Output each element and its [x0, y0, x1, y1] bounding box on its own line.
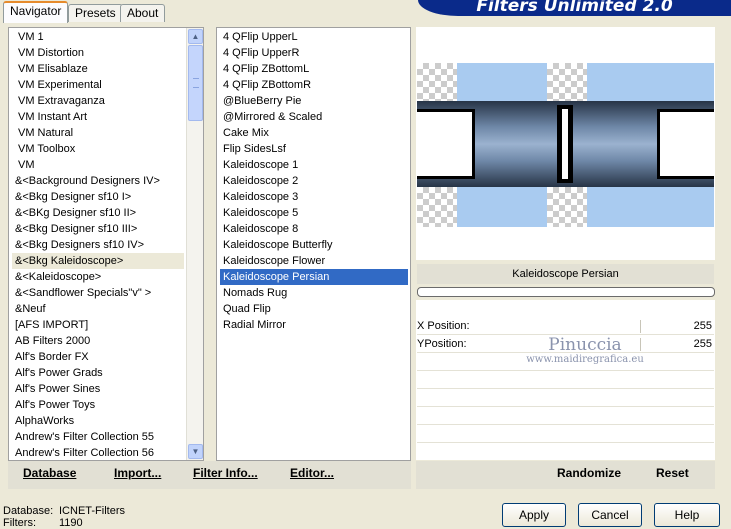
param-label: YPosition: — [417, 338, 467, 350]
filter-item[interactable]: Cake Mix — [220, 125, 408, 141]
category-item[interactable]: VM Experimental — [12, 77, 184, 93]
category-item[interactable]: VM — [12, 157, 184, 173]
category-item[interactable]: &<Bkg Designer sf10 III> — [12, 221, 184, 237]
category-item[interactable]: VM Extravaganza — [12, 93, 184, 109]
status-database-value: ICNET-Filters — [59, 505, 125, 517]
category-item[interactable]: Alf's Power Sines — [12, 381, 184, 397]
filter-item[interactable]: Kaleidoscope 1 — [220, 157, 408, 173]
status-filters-value: 1190 — [59, 517, 83, 529]
filter-item[interactable]: 4 QFlip UpperL — [220, 29, 408, 45]
category-item[interactable]: VM Distortion — [12, 45, 184, 61]
tab-navigator[interactable]: Navigator — [3, 1, 69, 23]
param-empty-row — [417, 408, 714, 425]
category-scrollbar[interactable]: ▲ ▼ — [186, 28, 203, 460]
watermark: Pinuccia www.maidiregrafica.eu — [510, 336, 660, 366]
import-button[interactable]: Import... — [114, 466, 161, 480]
category-item[interactable]: VM Instant Art — [12, 109, 184, 125]
category-item[interactable]: [AFS IMPORT] — [12, 317, 184, 333]
progress-bar — [417, 287, 715, 297]
preview-filter-name: Kaleidoscope Persian — [417, 264, 714, 284]
database-button[interactable]: Database — [23, 466, 76, 480]
category-item[interactable]: &<Bkg Designer sf10 I> — [12, 189, 184, 205]
category-list[interactable]: VM 1 VM Distortion VM Elisablaze VM Experim… — [8, 27, 204, 461]
filter-item[interactable]: Nomads Rug — [220, 285, 408, 301]
category-item[interactable]: AB Filters 2000 — [12, 333, 184, 349]
help-button[interactable]: Help — [654, 503, 720, 527]
param-x-position[interactable]: X Position: 255 — [417, 318, 714, 335]
cancel-button[interactable]: Cancel — [578, 503, 642, 527]
watermark-name: Pinuccia — [548, 335, 622, 355]
category-item[interactable]: Andrew's Filter Collection 55 — [12, 429, 184, 445]
app-banner: Filters Unlimited 2.0 — [418, 0, 731, 16]
preview-image — [417, 63, 714, 227]
filter-item[interactable]: Kaleidoscope 2 — [220, 173, 408, 189]
filter-info-button[interactable]: Filter Info... — [193, 466, 258, 480]
status-database: Database: ICNET-Filters — [3, 505, 125, 517]
tab-about[interactable]: About — [120, 4, 166, 22]
filter-item[interactable]: Radial Mirror — [220, 317, 408, 333]
category-item[interactable]: AlphaWorks — [12, 413, 184, 429]
category-item[interactable]: &<Sandflower Specials"v" > — [12, 285, 184, 301]
param-value[interactable]: 255 — [694, 336, 712, 353]
category-item[interactable]: &<Background Designers IV> — [12, 173, 184, 189]
filter-item[interactable]: @BlueBerry Pie — [220, 93, 408, 109]
param-label: X Position: — [417, 320, 470, 332]
category-item[interactable]: &<BKg Designer sf10 II> — [12, 205, 184, 221]
scroll-up-icon[interactable]: ▲ — [188, 29, 203, 44]
filter-item[interactable]: 4 QFlip ZBottomR — [220, 77, 408, 93]
category-item[interactable]: VM Elisablaze — [12, 61, 184, 77]
filter-item[interactable]: 4 QFlip ZBottomL — [220, 61, 408, 77]
scroll-thumb[interactable] — [188, 45, 203, 121]
status-filters: Filters: 1190 — [3, 517, 83, 529]
filter-list[interactable]: 4 QFlip UpperL 4 QFlip UpperR 4 QFlip ZBot… — [216, 27, 411, 461]
param-value[interactable]: 255 — [694, 318, 712, 335]
category-item[interactable]: Alf's Power Toys — [12, 397, 184, 413]
category-item[interactable]: &<Bkg Kaleidoscope> — [12, 253, 184, 269]
param-empty-row — [417, 390, 714, 407]
filter-item[interactable]: Kaleidoscope 8 — [220, 221, 408, 237]
apply-button[interactable]: Apply — [502, 503, 566, 527]
filter-item[interactable]: Kaleidoscope 3 — [220, 189, 408, 205]
filter-item[interactable]: @Mirrored & Scaled — [220, 109, 408, 125]
watermark-url: www.maidiregrafica.eu — [526, 354, 644, 365]
filter-item[interactable]: Kaleidoscope Flower — [220, 253, 408, 269]
param-empty-row — [417, 372, 714, 389]
randomize-button[interactable]: Randomize — [557, 466, 621, 480]
tab-presets[interactable]: Presets — [68, 4, 123, 22]
category-item[interactable]: Alf's Power Grads — [12, 365, 184, 381]
filter-item[interactable]: Kaleidoscope Butterfly — [220, 237, 408, 253]
category-item[interactable]: &<Bkg Designers sf10 IV> — [12, 237, 184, 253]
filter-item[interactable]: Kaleidoscope 5 — [220, 205, 408, 221]
filter-item[interactable]: 4 QFlip UpperR — [220, 45, 408, 61]
filter-item[interactable]: Quad Flip — [220, 301, 408, 317]
filter-item[interactable]: Kaleidoscope Persian — [220, 269, 408, 285]
editor-button[interactable]: Editor... — [290, 466, 334, 480]
category-item[interactable]: Andrew's Filter Collection 56 — [12, 445, 184, 460]
category-item[interactable]: Alf's Border FX — [12, 349, 184, 365]
category-item[interactable]: VM Natural — [12, 125, 184, 141]
param-empty-row — [417, 426, 714, 443]
filter-item[interactable]: Flip SidesLsf — [220, 141, 408, 157]
category-item[interactable]: VM 1 — [12, 29, 184, 45]
reset-button[interactable]: Reset — [656, 466, 689, 480]
category-item[interactable]: &Neuf — [12, 301, 184, 317]
scroll-down-icon[interactable]: ▼ — [188, 444, 203, 459]
category-item[interactable]: VM Toolbox — [12, 141, 184, 157]
category-item[interactable]: &<Kaleidoscope> — [12, 269, 184, 285]
status-database-label: Database: — [3, 505, 54, 517]
status-filters-label: Filters: — [3, 517, 36, 529]
